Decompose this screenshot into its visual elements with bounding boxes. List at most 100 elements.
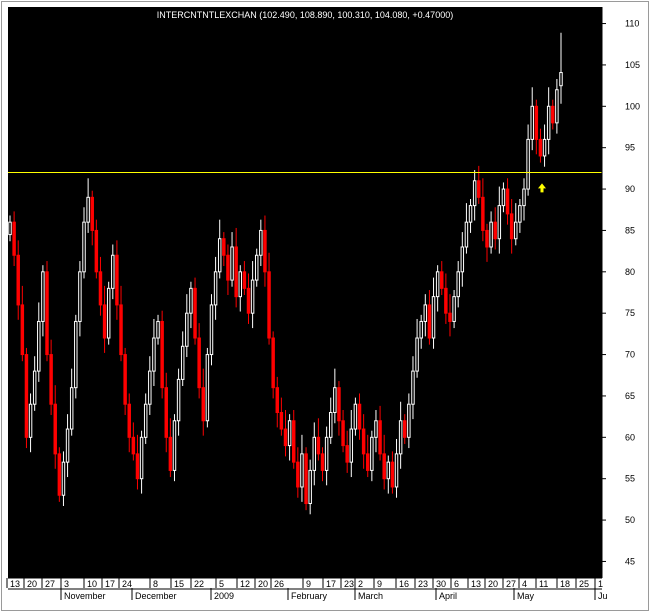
candle-body bbox=[300, 453, 304, 488]
candle-body bbox=[115, 254, 119, 306]
candle-body bbox=[65, 428, 70, 463]
candle-body bbox=[131, 436, 136, 455]
candle-body bbox=[551, 105, 555, 124]
candle-body bbox=[394, 453, 399, 488]
candle-body bbox=[217, 238, 222, 273]
candle-body bbox=[333, 387, 337, 413]
x-day-label: 4 bbox=[522, 579, 527, 589]
candle-body bbox=[201, 387, 205, 422]
candle-body bbox=[555, 89, 559, 124]
candle-body bbox=[271, 337, 275, 389]
candle-body bbox=[250, 279, 255, 314]
candle-body bbox=[291, 420, 296, 463]
x-day-label: 20 bbox=[27, 579, 37, 589]
candle-body bbox=[526, 138, 530, 190]
candle-body bbox=[234, 246, 238, 298]
candle-body bbox=[94, 229, 99, 273]
x-day-label: 22 bbox=[194, 579, 204, 589]
candle-body bbox=[139, 436, 144, 480]
candle-body bbox=[123, 354, 127, 405]
candle-body bbox=[143, 403, 148, 438]
candle-body bbox=[324, 436, 329, 471]
x-day-label: 27 bbox=[506, 579, 516, 589]
candle-body bbox=[538, 138, 543, 157]
candle-body bbox=[20, 304, 25, 356]
candle-body bbox=[226, 254, 230, 281]
x-month-label: April bbox=[439, 591, 457, 601]
candle-body bbox=[160, 320, 164, 389]
candle-body bbox=[382, 453, 386, 480]
x-month-label: November bbox=[64, 591, 106, 601]
candle-body bbox=[411, 370, 415, 405]
candle-body bbox=[90, 196, 94, 231]
candle-body bbox=[304, 453, 308, 505]
candle-body bbox=[222, 238, 226, 256]
x-day-label: 16 bbox=[399, 579, 409, 589]
candle-body bbox=[296, 461, 300, 488]
candle-body bbox=[452, 296, 456, 322]
candle-body bbox=[156, 320, 160, 339]
candle-body bbox=[431, 296, 436, 339]
candle-body bbox=[283, 428, 288, 447]
y-tick-label: 90 bbox=[625, 184, 635, 194]
candle-body bbox=[279, 411, 284, 430]
candle-body bbox=[69, 387, 74, 430]
y-tick-label: 50 bbox=[625, 515, 635, 525]
candle-body bbox=[530, 105, 534, 140]
x-day-label: 11 bbox=[539, 579, 548, 589]
candle-body bbox=[509, 213, 514, 240]
y-tick-label: 85 bbox=[625, 225, 635, 235]
candle-body bbox=[493, 221, 497, 240]
x-month-label: Ju bbox=[598, 591, 608, 601]
candle-body bbox=[534, 105, 539, 140]
x-day-label: 13 bbox=[471, 579, 481, 589]
candle-body bbox=[514, 221, 518, 240]
candle-body bbox=[464, 221, 469, 248]
candle-body bbox=[168, 436, 173, 471]
candle-body bbox=[341, 420, 345, 447]
candle-body bbox=[164, 387, 168, 438]
y-tick-label: 110 bbox=[625, 19, 639, 29]
y-tick-label: 105 bbox=[625, 60, 640, 70]
candle-body bbox=[24, 354, 29, 438]
y-tick-label: 60 bbox=[625, 432, 635, 442]
candle-body bbox=[98, 271, 103, 306]
candle-body bbox=[378, 420, 382, 455]
chart-frame: INTERCNTNTLEXCHAN (102.490, 108.890, 100… bbox=[1, 1, 649, 611]
candle-body bbox=[407, 403, 411, 438]
x-day-label: 17 bbox=[105, 579, 115, 589]
candle-body bbox=[505, 188, 510, 215]
candle-body bbox=[337, 387, 341, 422]
candle-body bbox=[320, 453, 325, 471]
price-chart: INTERCNTNTLEXCHAN (102.490, 108.890, 100… bbox=[6, 7, 640, 601]
candle-body bbox=[135, 453, 140, 480]
candle-body bbox=[448, 312, 452, 322]
candle-body bbox=[403, 420, 407, 438]
y-tick-label: 100 bbox=[625, 101, 640, 111]
candle-body bbox=[444, 287, 448, 314]
candle-body bbox=[106, 287, 111, 339]
candle-body bbox=[440, 271, 444, 289]
x-day-label: 26 bbox=[274, 579, 284, 589]
y-tick-label: 80 bbox=[625, 267, 635, 277]
candle-body bbox=[176, 378, 181, 422]
candle-body bbox=[152, 337, 156, 372]
candle-body bbox=[312, 436, 317, 471]
candle-body bbox=[32, 370, 37, 405]
candle-body bbox=[287, 420, 292, 447]
candle-body bbox=[102, 304, 107, 339]
candle-body bbox=[542, 138, 547, 157]
candle-body bbox=[357, 403, 362, 430]
candle-body bbox=[185, 312, 189, 347]
candle-body bbox=[415, 337, 419, 372]
x-month-label: 2009 bbox=[214, 591, 234, 601]
candle-body bbox=[489, 221, 493, 248]
x-day-label: 30 bbox=[436, 579, 446, 589]
candle-body bbox=[49, 354, 53, 405]
candle-body bbox=[254, 254, 259, 281]
candle-body bbox=[481, 196, 485, 231]
candle-body bbox=[477, 180, 481, 198]
candle-body bbox=[197, 337, 201, 389]
candle-body bbox=[435, 271, 440, 298]
x-day-label: 15 bbox=[174, 579, 184, 589]
